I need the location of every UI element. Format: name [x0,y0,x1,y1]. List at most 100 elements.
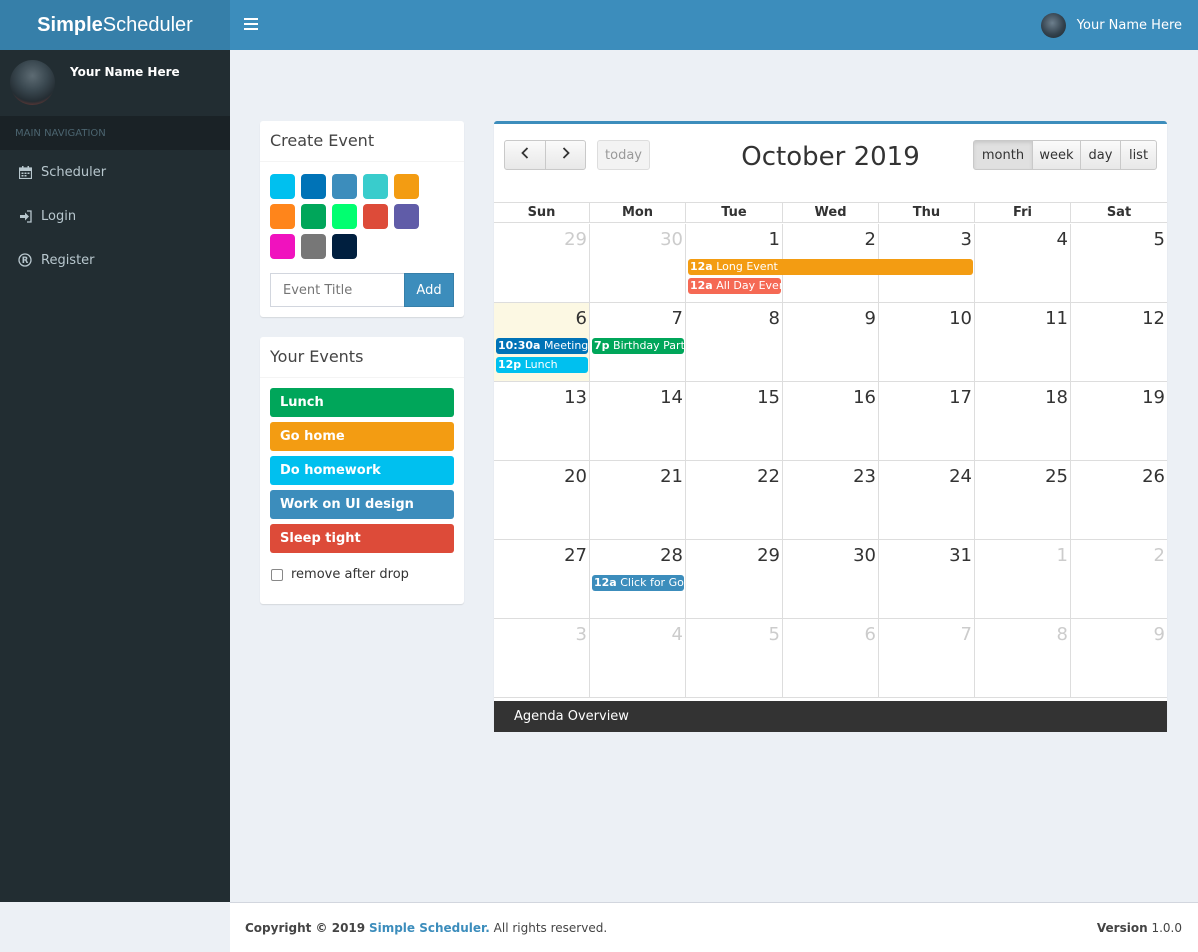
day-cell[interactable]: 23 [783,461,879,539]
prev-button[interactable] [504,140,546,170]
view-week-button[interactable]: week [1032,140,1081,170]
calendar-event[interactable]: 12a Long Event [688,259,973,275]
user-panel: Your Name Here [0,50,230,115]
day-number: 10 [949,308,972,329]
color-swatch[interactable] [394,174,419,199]
color-swatch[interactable] [363,174,388,199]
color-swatch[interactable] [332,234,357,259]
external-event[interactable]: Go home [270,422,454,451]
external-event[interactable]: Do homework [270,456,454,485]
day-cell[interactable]: 16 [783,382,879,460]
day-number: 2 [1153,545,1165,566]
day-cell[interactable]: 30 [783,540,879,618]
day-number: 14 [660,387,683,408]
color-swatch[interactable] [270,174,295,199]
footer-version: Version 1.0.0 [1097,921,1182,935]
day-number: 12 [1142,308,1165,329]
day-cell[interactable]: 4 [975,224,1071,302]
day-cell[interactable]: 8 [975,619,1071,697]
day-cell[interactable]: 20 [494,461,590,539]
day-cell[interactable]: 26 [1071,461,1167,539]
day-cell[interactable]: 17 [879,382,975,460]
day-number: 4 [1056,229,1068,250]
day-cell[interactable]: 4 [590,619,686,697]
day-cell[interactable]: 24 [879,461,975,539]
sidebar-item-scheduler[interactable]: Scheduler [0,150,230,194]
external-event[interactable]: Work on UI design [270,490,454,519]
remove-after-drop-checkbox[interactable] [271,568,283,581]
day-of-week-label: Sat [1106,205,1132,220]
day-cell[interactable]: 29 [494,224,590,302]
calendar-event[interactable]: 7p Birthday Party [592,338,684,354]
day-cell[interactable]: 21 [590,461,686,539]
day-of-week-label: Tue [686,203,783,222]
day-cell[interactable]: 14 [590,382,686,460]
svg-text:R: R [22,256,29,266]
day-cell[interactable]: 2 [1071,540,1167,618]
day-cell[interactable]: 7 [879,619,975,697]
view-day-button[interactable]: day [1080,140,1121,170]
user-menu[interactable]: Your Name Here [1040,13,1182,38]
color-swatch[interactable] [301,204,326,229]
day-cell[interactable]: 5 [1071,224,1167,302]
nav-header: MAIN NAVIGATION [0,116,230,150]
color-swatch[interactable] [363,204,388,229]
remove-after-drop-row[interactable]: remove after drop [271,567,409,582]
day-cell[interactable]: 18 [975,382,1071,460]
day-cell[interactable]: 13 [494,382,590,460]
color-swatch[interactable] [301,234,326,259]
event-title: Long Event [716,260,778,273]
day-cell[interactable]: 11 [975,303,1071,381]
day-number: 17 [949,387,972,408]
agenda-overview-bar[interactable]: Agenda Overview [494,701,1167,732]
app-logo[interactable]: Simple Scheduler [0,0,230,50]
day-cell[interactable]: 22 [686,461,783,539]
version-label: Version [1096,921,1148,935]
event-title-input[interactable] [270,273,405,307]
view-list-button[interactable]: list [1120,140,1157,170]
calendar-event[interactable]: 12p Lunch [496,357,588,373]
add-event-button[interactable]: Add [404,273,454,307]
next-button[interactable] [545,140,586,170]
sidebar-item-login[interactable]: Login [0,194,230,238]
day-cell[interactable]: 9 [1071,619,1167,697]
day-cell[interactable]: 31 [879,540,975,618]
day-cell[interactable]: 10 [879,303,975,381]
day-cell[interactable]: 25 [975,461,1071,539]
chevron-right-icon [561,147,571,163]
color-swatch[interactable] [270,234,295,259]
external-event[interactable]: Lunch [270,388,454,417]
color-swatch[interactable] [332,174,357,199]
top-navbar: Your Name Here [230,0,1198,50]
calendar-event[interactable]: 12a Click for Goog [592,575,684,591]
calendar-event[interactable]: 10:30a Meeting [496,338,588,354]
day-number: 3 [960,229,972,250]
event-time: 12p [498,358,522,371]
view-month-button[interactable]: month [973,140,1033,170]
color-swatch[interactable] [301,174,326,199]
day-cell[interactable]: 6 [783,619,879,697]
day-cell[interactable]: 19 [1071,382,1167,460]
day-of-week-label: Thu [879,203,975,222]
day-cell[interactable]: 12 [1071,303,1167,381]
day-cell[interactable]: 9 [783,303,879,381]
color-swatch[interactable] [394,204,419,229]
your-events-box: Your Events Lunch Go home Do homework Work … [260,337,464,604]
footer-brand-link[interactable]: Simple Scheduler. [369,921,490,935]
menu-toggle-icon[interactable] [244,15,258,35]
day-cell[interactable]: 30 [590,224,686,302]
sidebar-item-label: Login [41,208,77,224]
day-cell[interactable]: 8 [686,303,783,381]
day-cell[interactable]: 1 [975,540,1071,618]
external-event[interactable]: Sleep tight [270,524,454,553]
calendar-event[interactable]: 12a All Day Event [688,278,781,294]
day-cell[interactable]: 15 [686,382,783,460]
day-cell[interactable]: 27 [494,540,590,618]
today-button[interactable]: today [597,140,650,170]
sidebar-item-register[interactable]: R Register [0,238,230,282]
day-cell[interactable]: 29 [686,540,783,618]
color-swatch[interactable] [332,204,357,229]
day-cell[interactable]: 5 [686,619,783,697]
day-cell[interactable]: 3 [494,619,590,697]
color-swatch[interactable] [270,204,295,229]
